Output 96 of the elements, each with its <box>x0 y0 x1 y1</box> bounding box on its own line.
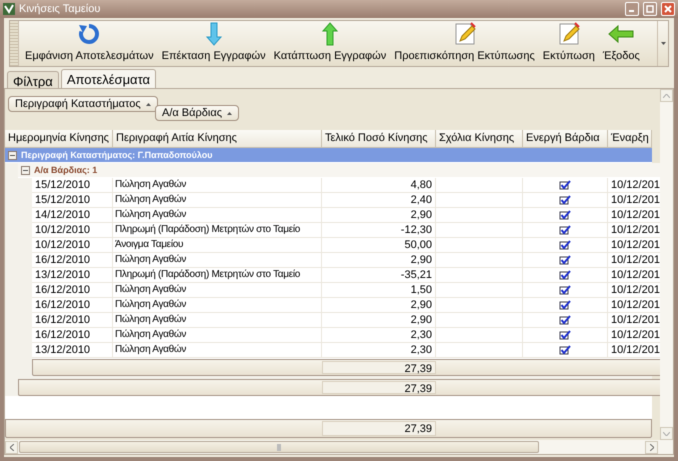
grand-total-cell: 27,39 <box>322 421 436 436</box>
date-cell: 16/12/2010 <box>32 283 113 297</box>
description-cell: Πληρωμή (Παράδοση) Μετρητών στο Ταμείο <box>113 268 322 282</box>
amount-cell: 2,30 <box>322 328 436 342</box>
amount-cell: 4,80 <box>322 178 436 192</box>
checkbox[interactable] <box>559 195 571 205</box>
date-cell: 16/12/2010 <box>32 313 113 327</box>
checkbox[interactable] <box>559 300 571 310</box>
checkbox[interactable] <box>559 180 571 190</box>
close-button[interactable] <box>661 2 675 16</box>
description-cell: Πώληση Αγαθών <box>113 328 322 342</box>
date-cell: 10/12/2010 <box>32 223 113 237</box>
amount-cell: 2,40 <box>322 193 436 207</box>
date-cell: 16/12/2010 <box>32 253 113 267</box>
date-cell: 10/12/2010 <box>32 238 113 252</box>
tab[interactable]: Φίλτρα <box>7 71 59 88</box>
scrollbar-thumb[interactable] <box>19 441 539 453</box>
description-cell: Πώληση Αγαθών <box>113 193 322 207</box>
description-cell: Πώληση Αγαθών <box>113 253 322 267</box>
sort-ascending-icon <box>146 102 151 106</box>
description-cell: Πώληση Αγαθών <box>113 298 322 312</box>
subtotal-cell: 27,39 <box>322 361 436 374</box>
description-cell: Άνοιγμα Ταμείου <box>113 238 322 252</box>
checkbox[interactable] <box>559 330 571 340</box>
date-cell: 16/12/2010 <box>32 298 113 312</box>
overflow-chevron-icon[interactable] <box>660 42 666 45</box>
up-arrow-icon <box>322 22 338 46</box>
right-chevron-icon <box>650 444 654 450</box>
grip-icon <box>277 444 281 450</box>
amount-cell: -35,21 <box>322 268 436 282</box>
column-header[interactable]: Σχόλια Κίνησης <box>436 130 523 147</box>
amount-cell: 50,00 <box>322 238 436 252</box>
tab[interactable]: Αποτελέσματα <box>60 69 156 88</box>
toolbar-button[interactable]: Επέκταση Εγγραφών <box>158 21 270 66</box>
subgroup-label: Α/α Βάρδιας: 1 <box>34 165 98 175</box>
toolbar-button[interactable]: Προεπισκόπηση Εκτύπωσης <box>390 21 539 66</box>
checkbox[interactable] <box>559 285 571 295</box>
down-chevron-icon <box>663 432 670 436</box>
description-cell: Πώληση Αγαθών <box>113 208 322 222</box>
amount-cell: 2,90 <box>322 208 436 222</box>
checkbox[interactable] <box>559 345 571 355</box>
pencil-page-icon <box>452 22 477 46</box>
left-chevron-icon <box>10 444 14 450</box>
description-cell: Πληρωμή (Παράδοση) Μετρητών στο Ταμείο <box>113 223 322 237</box>
left-arrow-icon <box>608 24 634 44</box>
column-header[interactable]: Τελικό Ποσό Κίνησης <box>322 130 436 147</box>
description-cell: Πώληση Αγαθών <box>113 343 322 357</box>
column-header[interactable]: Ημερομηνία Κίνησης <box>5 130 113 147</box>
group-by-button[interactable]: Περιγραφή Καταστήματος <box>8 96 158 112</box>
refresh-icon <box>77 22 102 46</box>
pencil-page-icon <box>556 22 581 46</box>
collapse-icon[interactable] <box>21 166 30 174</box>
date-cell: 13/12/2010 <box>32 343 113 357</box>
total-cell: 27,39 <box>322 381 436 394</box>
amount-cell: -12,30 <box>322 223 436 237</box>
checkbox[interactable] <box>559 255 571 265</box>
app-icon <box>3 3 15 15</box>
date-cell: 14/12/2010 <box>32 208 113 222</box>
date-cell: 13/12/2010 <box>32 268 113 282</box>
date-cell: 16/12/2010 <box>32 328 113 342</box>
date-cell: 15/12/2010 <box>32 193 113 207</box>
toolbar-grip[interactable] <box>10 21 19 66</box>
column-header[interactable]: Ενεργή Βάρδια <box>523 130 608 147</box>
group-label: Περιγραφή Καταστήματος: Γ.Παπαδοπούλου <box>21 150 212 160</box>
close-icon <box>664 5 672 13</box>
maximize-icon <box>646 5 654 13</box>
toolbar-button[interactable]: Έξοδος <box>598 21 644 66</box>
group-by-button[interactable]: Α/α Βάρδιας <box>155 105 239 121</box>
date-cell: 15/12/2010 <box>32 178 113 192</box>
checkbox[interactable] <box>559 270 571 280</box>
amount-cell: 2,90 <box>322 298 436 312</box>
up-chevron-icon <box>663 94 670 98</box>
amount-cell: 2,90 <box>322 253 436 267</box>
collapse-icon[interactable] <box>8 150 17 160</box>
toolbar-button[interactable]: Εμφάνιση Αποτελεσμάτων <box>21 21 158 66</box>
scroll-right-button[interactable] <box>645 440 658 454</box>
checkbox[interactable] <box>559 225 571 235</box>
amount-cell: 2,90 <box>322 313 436 327</box>
sort-ascending-icon <box>227 112 232 114</box>
toolbar-button[interactable]: Κατάπτωση Εγγραφών <box>270 21 390 66</box>
column-header[interactable]: Έναρξη <box>608 130 652 147</box>
checkbox[interactable] <box>559 240 571 250</box>
description-cell: Πώληση Αγαθών <box>113 283 322 297</box>
description-cell: Πώληση Αγαθών <box>113 313 322 327</box>
column-header[interactable]: Περιγραφή Αιτία Κίνησης <box>113 130 322 147</box>
amount-cell: 1,50 <box>322 283 436 297</box>
toolbar-button[interactable]: Εκτύπωση <box>538 21 599 66</box>
minimize-button[interactable] <box>625 2 639 16</box>
down-arrow-icon <box>206 22 222 46</box>
checkbox[interactable] <box>559 315 571 325</box>
window-title: Κινήσεις Ταμείου <box>19 3 102 15</box>
amount-cell: 2,30 <box>322 343 436 357</box>
checkbox[interactable] <box>559 210 571 220</box>
maximize-button[interactable] <box>643 2 657 16</box>
scroll-left-button[interactable] <box>5 440 18 454</box>
description-cell: Πώληση Αγαθών <box>113 178 322 192</box>
